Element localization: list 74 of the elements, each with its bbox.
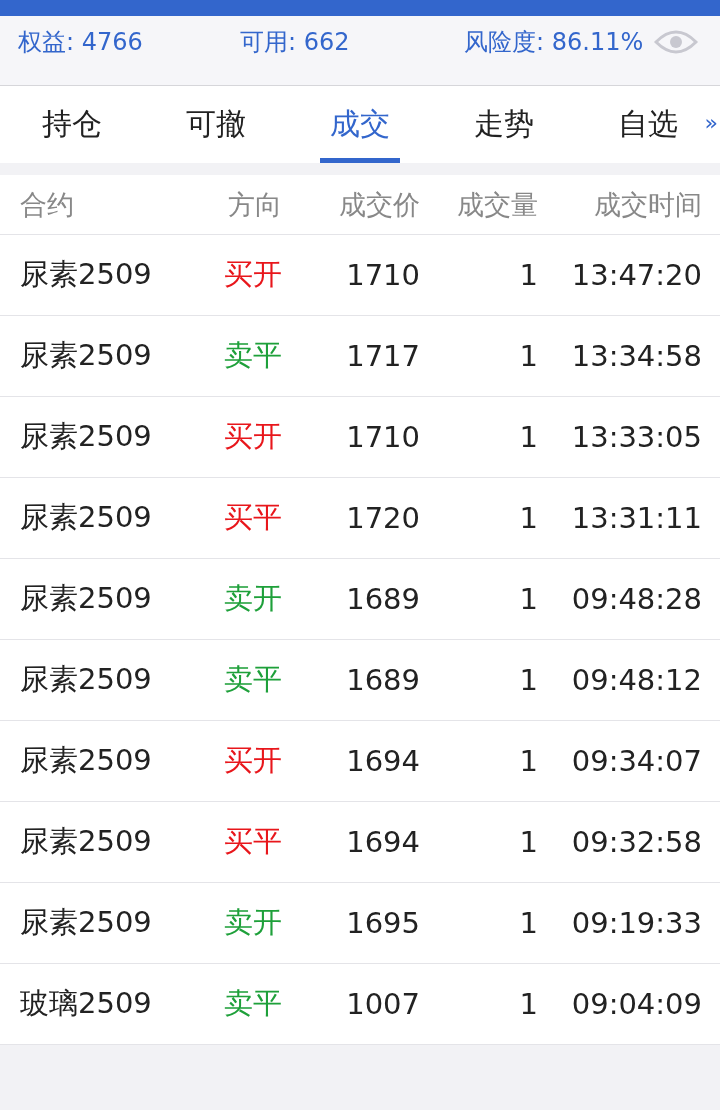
table-cell-text: 1717 [345,339,420,373]
trade-row[interactable]: 尿素2509 买开 1694 1 09:34:07 [0,721,720,802]
trade-row[interactable]: 尿素2509 卖开 1689 1 09:48:28 [0,559,720,640]
trade-row[interactable]: 尿素2509 卖平 1717 1 13:34:58 [0,316,720,397]
table-cell-text: 1720 [345,501,420,535]
table-cell-text: 1 [518,582,538,616]
tab[interactable]: 走势 [432,86,576,163]
table-cell-text: 1 [518,825,538,859]
table-cell-text: 1689 [345,663,420,697]
table-cell-text: 1 [518,501,538,535]
table-cell-text: 09:34:07 [570,744,702,778]
table-cell-text: 玻璃2509 [20,985,153,1022]
direction-cell-text: 买开 [223,742,282,779]
column-header: 成交量 [456,187,538,222]
direction-cell-text: 卖开 [223,904,282,941]
table-cell-text: 09:48:12 [570,663,702,697]
table-cell-text: 1 [518,339,538,373]
table-cell-text: 尿素2509 [20,256,153,293]
table-cell-text: 1710 [345,258,420,292]
table-cell-text: 13:31:11 [570,501,702,535]
direction-cell-text: 卖开 [223,580,282,617]
table-cell-text: 1689 [345,582,420,616]
direction-cell-text: 买平 [223,499,282,536]
table-cell-text: 尿素2509 [20,661,153,698]
trade-row[interactable]: 尿素2509 卖平 1689 1 09:48:12 [0,640,720,721]
direction-cell-text: 买平 [223,823,282,860]
table-cell-text: 1694 [345,825,420,859]
column-header: 成交时间 [593,187,702,222]
table-cell-text: 尿素2509 [20,823,153,860]
trade-row[interactable]: 尿素2509 买平 1694 1 09:32:58 [0,802,720,883]
table-cell-text: 09:48:28 [570,582,702,616]
table-cell-text: 13:47:20 [570,258,702,292]
table-cell-text: 尿素2509 [20,580,153,617]
table-cell-text: 1 [518,663,538,697]
table-cell-text: 1695 [345,906,420,940]
direction-cell-text: 买开 [223,418,282,455]
account-metric: 权益: 4766 [18,27,144,58]
table-cell-text: 尿素2509 [20,904,153,941]
column-header: 成交价 [338,187,420,222]
table-cell-text: 1694 [345,744,420,778]
trade-row[interactable]: 尿素2509 买平 1720 1 13:31:11 [0,478,720,559]
tab[interactable]: 成交 [288,86,432,163]
table-cell-text: 09:19:33 [570,906,702,940]
trade-row[interactable]: 尿素2509 买开 1710 1 13:33:05 [0,397,720,478]
more-tabs-chevron[interactable]: » [704,112,718,134]
table-cell-text: 13:34:58 [570,339,702,373]
table-cell-text: 1710 [345,420,420,454]
trade-row[interactable]: 尿素2509 卖开 1695 1 09:19:33 [0,883,720,964]
trade-row[interactable]: 玻璃2509 卖平 1007 1 09:04:09 [0,964,720,1045]
account-metric: 风险度: 86.11% [464,27,644,58]
account-metric: 可用: 662 [240,27,351,58]
table-cell-text: 尿素2509 [20,499,153,536]
table-cell-text: 1007 [345,987,420,1021]
table-cell-text: 1 [518,744,538,778]
table-cell-text: 1 [518,906,538,940]
direction-cell-text: 卖平 [223,985,282,1022]
direction-cell-text: 卖平 [223,661,282,698]
table-cell-text: 尿素2509 [20,742,153,779]
table-cell-text: 1 [518,258,538,292]
column-header: 合约 [20,187,75,222]
eye-icon[interactable] [654,28,698,56]
direction-cell-text: 买开 [223,256,282,293]
column-header: 方向 [227,187,282,222]
table-cell-text: 09:32:58 [570,825,702,859]
direction-cell-text: 卖平 [223,337,282,374]
table-cell-text: 尿素2509 [20,418,153,455]
trade-row[interactable]: 尿素2509 买开 1710 1 13:47:20 [0,235,720,316]
table-cell-text: 1 [518,987,538,1021]
table-cell-text: 13:33:05 [570,420,702,454]
tab[interactable]: 持仓 [0,86,144,163]
table-cell-text: 09:04:09 [570,987,702,1021]
tab[interactable]: 可撤 [144,86,288,163]
table-cell-text: 1 [518,420,538,454]
table-cell-text: 尿素2509 [20,337,153,374]
